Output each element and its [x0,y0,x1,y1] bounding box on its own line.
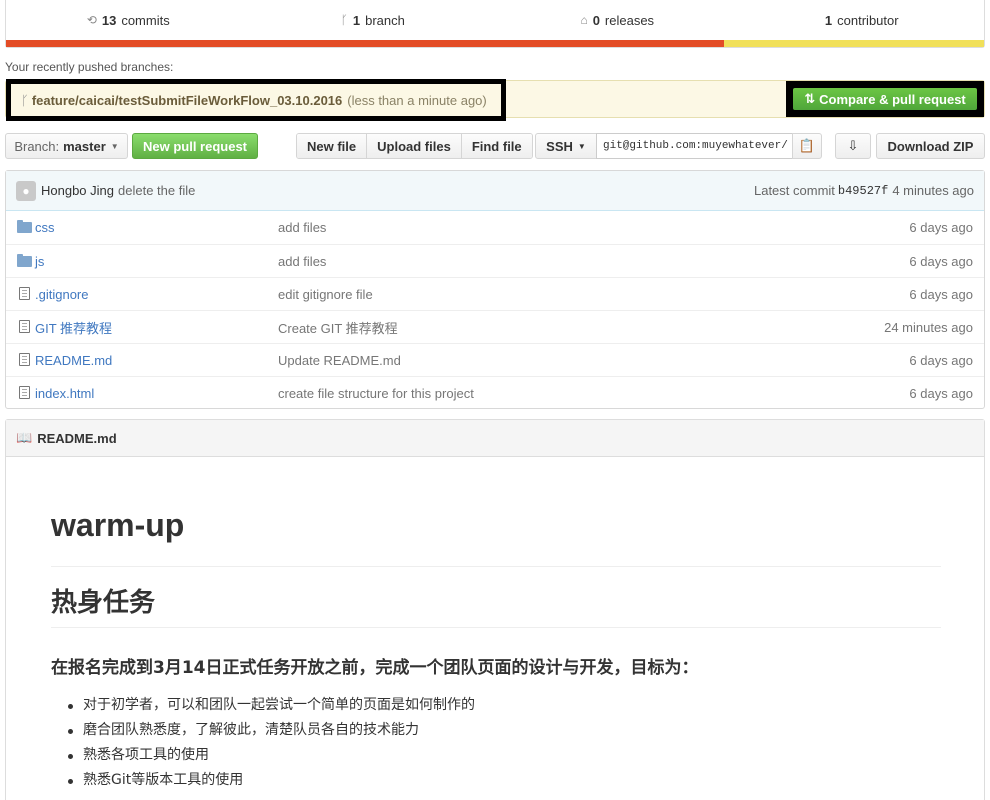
file-icon [16,286,32,302]
branch-select-label: Branch: [14,138,60,154]
recent-branches-label: Your recently pushed branches: [5,60,174,74]
readme-panel: 📖 README.md warm-up 热身任务 在报名完成到3月14日正式任务… [5,419,985,800]
table-row: .gitignore edit gitignore file 6 days ago [6,277,984,310]
copy-clone-url-button[interactable]: 📋 [792,133,822,159]
file-icon [16,352,32,368]
commits-link[interactable]: ⟲ 13 commits [6,13,251,28]
download-zip-button[interactable]: Download ZIP [876,133,985,159]
desktop-download-icon: ⇩ [847,138,859,153]
avatar[interactable]: ● [16,180,36,201]
language-bar[interactable] [6,40,984,47]
branch-select-button[interactable]: Branch: master ▼ [5,133,128,159]
list-item: 熟悉Git等版本工具的使用 [66,768,475,793]
tag-icon: ⌂ [580,13,588,27]
latest-commit-bar: ● Hongbo Jing delete the file Latest com… [6,171,984,211]
language-segment-html [6,40,724,47]
file-name-link[interactable]: css [35,220,55,235]
readme-goal-list: 对于初学者，可以和团队一起尝试一个简单的页面是如何制作的 磨合团队熟悉度，了解彼… [66,693,475,793]
file-icon [16,385,32,401]
contributors-link[interactable]: 1 contributor [740,13,985,28]
clone-url-input[interactable]: git@github.com:muyewhatever/ [596,133,793,159]
branch-icon: ᚴ [340,13,348,27]
file-age: 6 days ago [909,385,973,401]
file-commit-message[interactable]: Update README.md [278,353,401,368]
file-commit-message[interactable]: edit gitignore file [278,287,373,302]
file-commit-message[interactable]: add files [278,254,326,269]
file-actions-group: New file Upload files Find file [296,133,533,159]
commit-sha[interactable]: b49527f [838,184,888,198]
commit-time: 4 minutes ago [892,183,974,198]
table-row: README.md Update README.md 6 days ago [6,343,984,376]
history-icon: ⟲ [86,13,97,27]
recent-branch-time: (less than a minute ago) [347,92,487,108]
list-item: 熟悉各项工具的使用 [66,743,475,768]
table-row: css add files 6 days ago [6,211,984,244]
list-item: 对于初学者，可以和团队一起尝试一个简单的页面是如何制作的 [66,693,475,718]
clone-protocol-label: SSH [546,138,573,154]
recent-branch-banner: ᚴ feature/caicai/testSubmitFileWorkFlow_… [5,79,985,121]
file-age: 24 minutes ago [884,319,973,335]
find-file-button[interactable]: Find file [461,134,532,158]
compare-pull-request-button[interactable]: ⇅ Compare & pull request [793,88,977,110]
contributor-count: 1 [824,12,833,28]
releases-label: releases [604,12,655,28]
file-age: 6 days ago [909,286,973,302]
recent-branch-item: ᚴ feature/caicai/testSubmitFileWorkFlow_… [6,79,506,121]
list-item: 磨合团队熟悉度，了解彼此，清楚队员各自的技术能力 [66,718,475,743]
branches-link[interactable]: ᚴ 1 branch [251,13,496,28]
new-pull-request-button[interactable]: New pull request [132,133,258,159]
file-commit-message[interactable]: Create GIT 推荐教程 [278,318,398,337]
book-icon: 📖 [16,430,33,445]
table-row: index.html create file structure for this… [6,376,984,409]
file-name-link[interactable]: index.html [35,386,94,401]
readme-heading-2: 热身任务 [51,582,941,628]
pull-request-icon: ⇅ [804,91,816,106]
file-age: 6 days ago [909,253,973,269]
file-name-link[interactable]: GIT 推荐教程 [35,318,112,337]
contributor-label: contributor [837,12,899,28]
commits-count: 13 [101,12,117,28]
file-navigation: Branch: master ▼ New pull request New fi… [5,133,985,160]
readme-header: 📖 README.md [6,420,984,457]
folder-icon [16,220,32,235]
folder-icon [16,253,32,269]
commit-author[interactable]: Hongbo Jing [41,183,114,198]
file-list: ● Hongbo Jing delete the file Latest com… [5,170,985,409]
language-segment-js [723,40,984,47]
branch-count: 1 [352,12,361,28]
latest-commit-label: Latest commit [753,183,835,198]
commits-label: commits [121,12,170,28]
branch-label: branch [365,12,405,28]
readme-title: README.md [37,430,117,446]
recent-branch-name[interactable]: feature/caicai/testSubmitFileWorkFlow_03… [32,93,342,108]
upload-files-button[interactable]: Upload files [367,134,462,158]
file-age: 6 days ago [909,352,973,368]
branch-icon: ᚴ [21,92,29,108]
compare-button-frame: ⇅ Compare & pull request [786,81,984,117]
file-commit-message[interactable]: add files [278,220,326,235]
commit-message[interactable]: delete the file [118,183,195,198]
file-name-link[interactable]: README.md [35,353,112,368]
readme-heading-3: 在报名完成到3月14日正式任务开放之前，完成一个团队页面的设计与开发，目标为： [51,658,699,678]
file-age: 6 days ago [909,220,973,235]
new-file-button[interactable]: New file [297,134,368,158]
table-row: GIT 推荐教程 Create GIT 推荐教程 24 minutes ago [6,310,984,343]
compare-button-label: Compare & pull request [819,91,966,107]
file-name-link[interactable]: js [35,254,44,269]
releases-count: 0 [592,12,600,28]
readme-heading-1: warm-up [51,507,941,567]
caret-down-icon: ▼ [577,141,586,151]
file-icon [16,319,32,335]
table-row: js add files 6 days ago [6,244,984,277]
file-commit-message[interactable]: create file structure for this project [278,386,474,401]
file-name-link[interactable]: .gitignore [35,287,88,302]
repo-summary: ⟲ 13 commits ᚴ 1 branch ⌂ 0 releases 1 c… [5,0,985,48]
clipboard-icon: 📋 [798,138,816,153]
caret-down-icon: ▼ [110,141,119,151]
clone-protocol-button[interactable]: SSH ▼ [535,133,597,159]
branch-select-value: master [63,138,106,154]
open-in-desktop-button[interactable]: ⇩ [835,133,871,159]
releases-link[interactable]: ⌂ 0 releases [495,13,740,28]
